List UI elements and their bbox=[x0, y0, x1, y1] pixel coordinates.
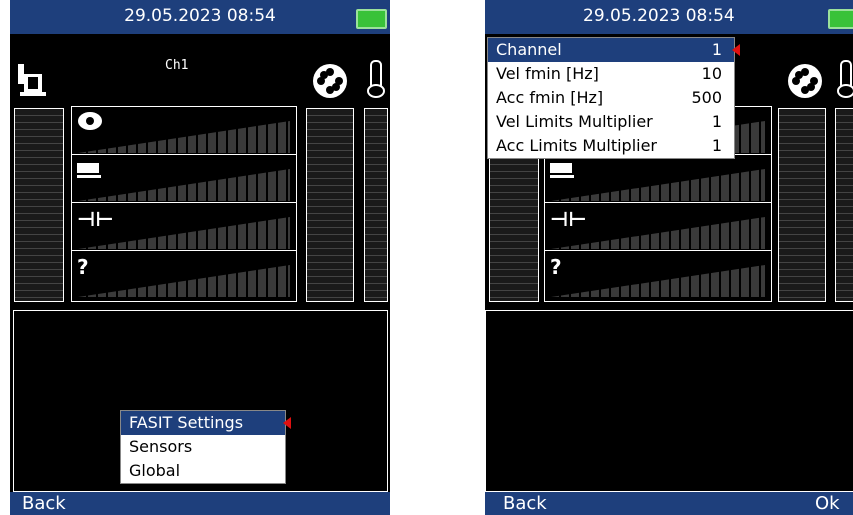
battery-icon bbox=[828, 9, 853, 29]
measurement-panel: ⊣⊢ ? bbox=[71, 106, 297, 302]
level-bar-right bbox=[778, 108, 826, 302]
setting-acc-fmin[interactable]: Acc fmin [Hz] 500 bbox=[488, 86, 734, 110]
question-icon: ? bbox=[550, 255, 562, 279]
coupling-icon: ⊣⊢ bbox=[77, 207, 114, 231]
softkey-bar: Back Ok bbox=[485, 492, 853, 515]
measure-row-unknown[interactable]: ? bbox=[72, 251, 296, 298]
selection-marker-icon bbox=[732, 44, 740, 56]
measure-row-machine[interactable] bbox=[72, 155, 296, 203]
machine-icon bbox=[77, 159, 101, 184]
datetime-label: 29.05.2023 08:54 bbox=[124, 6, 276, 26]
coupling-icon: ⊣⊢ bbox=[550, 207, 587, 231]
measure-row-machine[interactable] bbox=[545, 155, 771, 203]
level-bar-left bbox=[14, 108, 64, 302]
bearing-icon bbox=[77, 111, 103, 136]
measure-row-coupling[interactable]: ⊣⊢ bbox=[72, 203, 296, 251]
setting-acc-limits-multiplier[interactable]: Acc Limits Multiplier 1 bbox=[488, 134, 734, 158]
selection-marker-icon bbox=[283, 417, 291, 429]
temperature-bar bbox=[364, 108, 388, 302]
main-menu: FASIT Settings Sensors Global bbox=[120, 410, 291, 484]
measure-row-unknown[interactable]: ? bbox=[545, 251, 771, 298]
motor-icon bbox=[16, 62, 48, 98]
back-button[interactable]: Back bbox=[22, 493, 66, 514]
machine-icon bbox=[550, 159, 574, 184]
right-device-screen: 29.05.2023 08:54 ⊣⊢ ? Channel 1 Vel fmin… bbox=[485, 0, 853, 515]
fan-icon bbox=[788, 64, 822, 98]
setting-vel-limits-multiplier[interactable]: Vel Limits Multiplier 1 bbox=[488, 110, 734, 134]
channel-settings-menu: Channel 1 Vel fmin [Hz] 10 Acc fmin [Hz] 50… bbox=[487, 37, 740, 159]
menu-item-global[interactable]: Global bbox=[121, 459, 285, 483]
question-icon: ? bbox=[77, 255, 89, 279]
status-bar: 29.05.2023 08:54 bbox=[10, 0, 390, 34]
status-bar: 29.05.2023 08:54 bbox=[485, 0, 853, 34]
level-bar-right bbox=[306, 108, 354, 302]
left-device-screen: 29.05.2023 08:54 Ch1 ⊣⊢ ? FASIT Settings… bbox=[10, 0, 390, 515]
softkey-bar: Back bbox=[10, 492, 390, 515]
setting-vel-fmin[interactable]: Vel fmin [Hz] 10 bbox=[488, 62, 734, 86]
measure-row-bearing[interactable] bbox=[72, 107, 296, 155]
battery-icon bbox=[356, 9, 387, 29]
spectrum-panel bbox=[485, 310, 853, 492]
menu-item-fasit-settings[interactable]: FASIT Settings bbox=[121, 411, 291, 435]
fan-icon bbox=[313, 64, 347, 98]
datetime-label: 29.05.2023 08:54 bbox=[583, 6, 735, 26]
temperature-bar bbox=[835, 108, 853, 302]
channel-label: Ch1 bbox=[165, 58, 189, 73]
menu-item-sensors[interactable]: Sensors bbox=[121, 435, 285, 459]
back-button[interactable]: Back bbox=[503, 493, 547, 514]
setting-channel[interactable]: Channel 1 bbox=[488, 38, 740, 62]
measure-row-coupling[interactable]: ⊣⊢ bbox=[545, 203, 771, 251]
ok-button[interactable]: Ok bbox=[815, 493, 840, 514]
